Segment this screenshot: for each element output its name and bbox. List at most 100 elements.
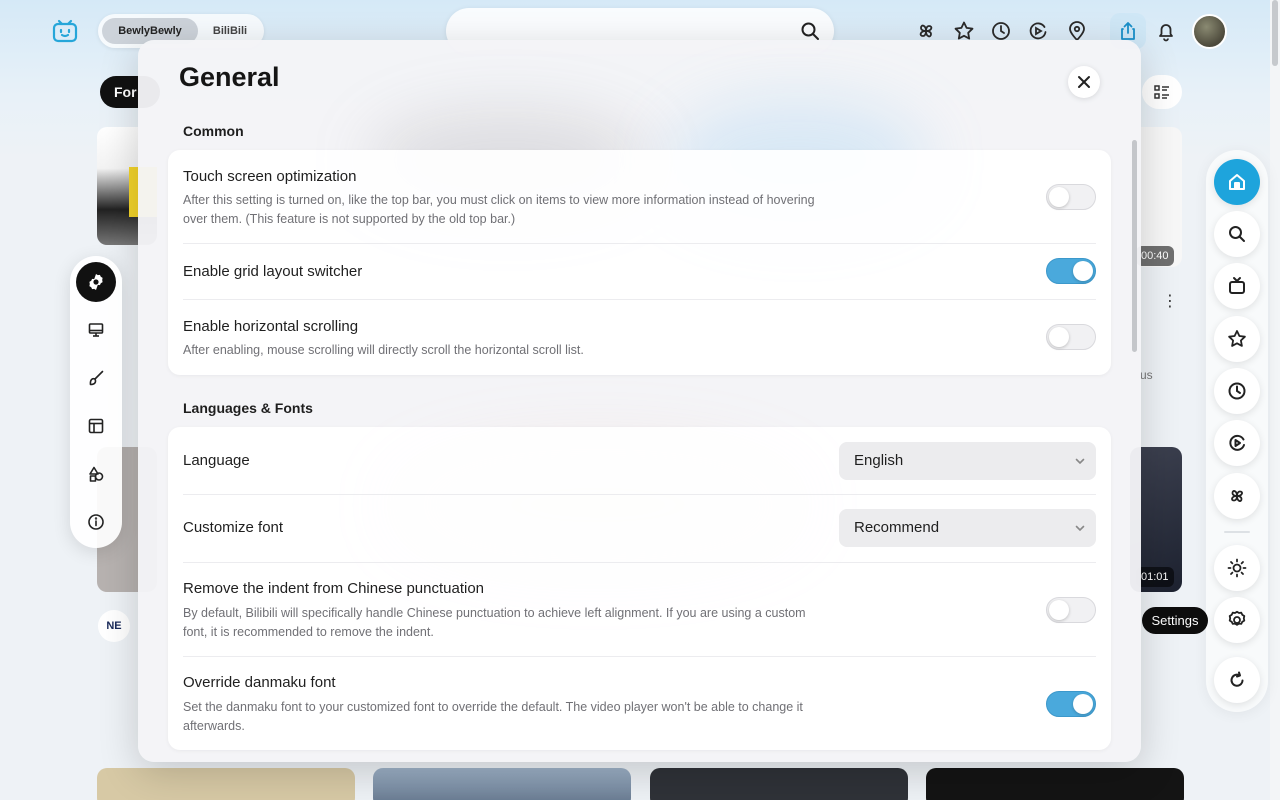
select-value: English xyxy=(854,452,904,469)
section-title-common: Common xyxy=(183,123,244,139)
grid-layout-button[interactable] xyxy=(1142,75,1182,109)
video-card-thumbnail[interactable] xyxy=(650,768,908,800)
watch-later-icon xyxy=(1229,434,1245,451)
toggle-knob xyxy=(1049,600,1069,620)
setting-row-customize-font: Customize font Recommend xyxy=(183,495,1096,562)
close-icon xyxy=(1078,76,1090,88)
avatar[interactable] xyxy=(1192,14,1227,49)
settings-nav xyxy=(70,256,122,548)
refresh-icon xyxy=(1230,671,1244,687)
dock-moments-button[interactable] xyxy=(1214,473,1260,519)
setting-title: Touch screen optimization xyxy=(183,168,357,185)
setting-description: Set the danmaku font to your customized … xyxy=(183,700,803,733)
brush-icon xyxy=(89,370,104,386)
setting-title: Enable horizontal scrolling xyxy=(183,318,359,335)
video-card-thumbnail[interactable] xyxy=(97,768,355,800)
bell-icon[interactable] xyxy=(1155,20,1177,42)
sun-icon xyxy=(1227,558,1247,578)
home-icon xyxy=(1229,174,1245,190)
chevron-down-icon xyxy=(1075,458,1085,465)
setting-row-danmaku-font: Override danmaku font Set the danmaku fo… xyxy=(183,657,1096,750)
setting-title: Remove the indent from Chinese punctuati… xyxy=(183,580,485,597)
gear-icon xyxy=(1228,610,1246,626)
setting-description: After this setting is turned on, like th… xyxy=(183,193,815,226)
select-value: Recommend xyxy=(854,519,940,536)
toggle-knob xyxy=(1073,694,1093,714)
page-title: General xyxy=(179,62,280,92)
setting-title: Language xyxy=(183,452,250,469)
favorite-icon[interactable] xyxy=(953,20,975,42)
moment-icon xyxy=(1231,490,1243,502)
setting-description: By default, Bilibili will specifically h… xyxy=(183,606,806,639)
setting-row-touch-screen: Touch screen optimization After this set… xyxy=(183,150,1096,243)
touch-screen-toggle[interactable] xyxy=(1046,184,1096,210)
page-scrollbar[interactable] xyxy=(1270,0,1280,800)
upload-icon[interactable] xyxy=(1117,20,1139,42)
setting-title: Enable grid layout switcher xyxy=(183,263,363,280)
video-card-thumbnail[interactable] xyxy=(373,768,631,800)
general-icon xyxy=(89,274,103,290)
dock-theme-button[interactable] xyxy=(1214,545,1260,591)
grid-switcher-toggle[interactable] xyxy=(1046,258,1096,284)
shapes-icon xyxy=(89,466,104,482)
layout-icon xyxy=(88,418,104,434)
setting-row-chinese-punctuation: Remove the indent from Chinese punctuati… xyxy=(183,563,1096,656)
settings-nav-general[interactable] xyxy=(76,262,116,302)
dock-watch-later-button[interactable] xyxy=(1214,420,1260,466)
danmaku-font-toggle[interactable] xyxy=(1046,691,1096,717)
tv-icon xyxy=(1229,277,1245,294)
settings-nav-layout[interactable] xyxy=(76,406,116,446)
languages-fonts-panel: Language English Customize font Recommen… xyxy=(168,427,1111,750)
setting-row-horizontal-scrolling: Enable horizontal scrolling After enabli… xyxy=(183,300,1096,375)
desktop-icon xyxy=(88,323,104,337)
section-title-languages-fonts: Languages & Fonts xyxy=(183,400,313,416)
channel-avatar[interactable]: NE xyxy=(98,610,130,642)
watch-later-icon[interactable] xyxy=(1027,20,1049,42)
setting-title: Customize font xyxy=(183,519,284,536)
toggle-knob xyxy=(1049,187,1069,207)
setting-row-grid-switcher: Enable grid layout switcher xyxy=(183,244,1096,299)
moment-icon[interactable] xyxy=(915,20,937,42)
setting-title: Override danmaku font xyxy=(183,674,336,691)
search-icon xyxy=(1229,226,1245,242)
info-icon xyxy=(88,514,104,530)
duration-badge: 00:40 xyxy=(1136,246,1174,266)
settings-nav-about[interactable] xyxy=(76,502,116,542)
history-icon[interactable] xyxy=(990,20,1012,42)
search-icon[interactable] xyxy=(800,21,820,41)
dock-favorites-button[interactable] xyxy=(1214,316,1260,362)
chinese-punctuation-toggle[interactable] xyxy=(1046,597,1096,623)
dock-settings-button[interactable] xyxy=(1214,597,1260,643)
chevron-down-icon xyxy=(1075,525,1085,532)
close-button[interactable] xyxy=(1068,66,1100,98)
dock-search-button[interactable] xyxy=(1214,211,1260,257)
more-options-icon[interactable]: ⋮ xyxy=(1162,292,1178,312)
dock-divider xyxy=(1224,531,1250,533)
video-card-thumbnail[interactable] xyxy=(926,768,1184,800)
toggle-knob xyxy=(1049,327,1069,347)
dock-anime-button[interactable] xyxy=(1214,263,1260,309)
common-settings-panel: Touch screen optimization After this set… xyxy=(168,150,1111,375)
page-scrollbar-thumb[interactable] xyxy=(1272,0,1278,66)
settings-nav-appearance[interactable] xyxy=(76,358,116,398)
font-select[interactable]: Recommend xyxy=(839,509,1096,547)
star-icon xyxy=(1228,330,1246,347)
list-layout-icon xyxy=(1154,85,1169,99)
location-icon[interactable] xyxy=(1066,20,1088,42)
dock-refresh-button[interactable] xyxy=(1214,657,1260,703)
horizontal-scrolling-toggle[interactable] xyxy=(1046,324,1096,350)
settings-tooltip: Settings xyxy=(1142,607,1208,634)
dialog-scrollbar[interactable] xyxy=(1132,140,1137,352)
toggle-knob xyxy=(1073,261,1093,281)
settings-nav-widgets[interactable] xyxy=(76,454,116,494)
settings-dialog: General Common Touch screen optimization… xyxy=(138,40,1141,762)
language-select[interactable]: English xyxy=(839,442,1096,480)
video-meta-text: us xyxy=(1140,368,1153,382)
bilibili-logo-icon[interactable] xyxy=(52,19,78,43)
setting-row-language: Language English xyxy=(183,427,1096,494)
duration-badge: 01:01 xyxy=(1136,567,1174,587)
dock-history-button[interactable] xyxy=(1214,368,1260,414)
setting-description: After enabling, mouse scrolling will dir… xyxy=(183,343,584,357)
settings-nav-desktop[interactable] xyxy=(76,310,116,350)
dock-home-button[interactable] xyxy=(1214,159,1260,205)
